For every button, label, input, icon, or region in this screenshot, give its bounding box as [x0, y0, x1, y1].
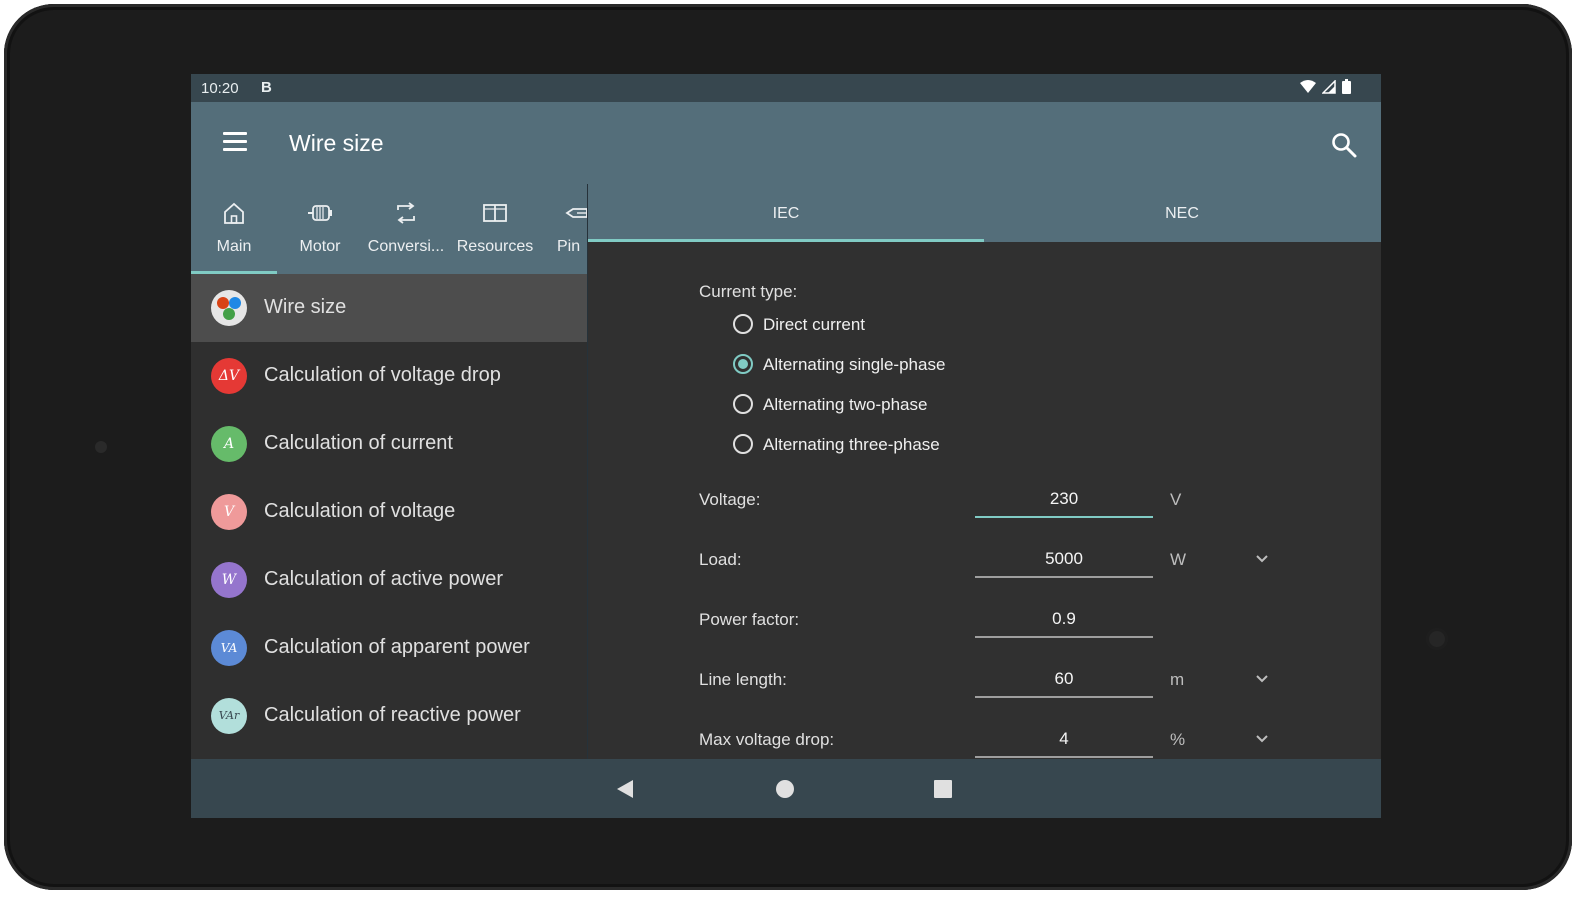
menu-icon[interactable] [223, 132, 247, 152]
tab-motor-label: Motor [299, 238, 341, 255]
voltage-icon: V [211, 494, 247, 530]
status-time: 10:20 [201, 80, 239, 97]
power-factor-input[interactable] [975, 602, 1153, 638]
active-power-icon: W [211, 562, 247, 598]
search-icon[interactable] [1329, 130, 1359, 160]
list-item-label: Calculation of voltage drop [264, 364, 501, 386]
conversion-icon [397, 202, 415, 224]
voltage-label: Voltage: [699, 490, 761, 509]
home-button-icon[interactable] [776, 780, 794, 798]
list-item-label: Wire size [264, 296, 347, 318]
tab-main[interactable]: Main [191, 184, 277, 274]
line-length-unit[interactable]: m [1170, 670, 1184, 690]
wire-size-icon [211, 290, 247, 326]
radio-circle [733, 354, 753, 374]
tab-nec-label: NEC [1165, 205, 1199, 222]
line-length-label: Line length: [699, 670, 787, 689]
pinout-icon [565, 208, 587, 218]
load-row: Load: W [588, 538, 1381, 588]
system-nav-bar [191, 759, 1381, 818]
apparent-power-icon: VA [211, 630, 247, 666]
radio-circle [733, 434, 753, 454]
wifi-icon [1300, 79, 1316, 93]
list-item-voltage-drop[interactable]: ΔV Calculation of voltage drop [191, 342, 587, 410]
chevron-down-icon[interactable] [1254, 670, 1270, 686]
calculator-list: Wire size ΔV Calculation of voltage drop… [191, 274, 587, 759]
list-item-current[interactable]: A Calculation of current [191, 410, 587, 478]
tab-motor[interactable]: Motor [277, 184, 363, 274]
radio-label: Alternating three-phase [763, 435, 940, 454]
tab-conversion-label: Conversi... [367, 238, 445, 255]
signal-icon [1322, 79, 1336, 94]
back-icon[interactable] [617, 780, 633, 798]
notification-b-icon: B [261, 79, 272, 96]
page-title: Wire size [289, 130, 384, 156]
tab-conversion[interactable]: Conversi... [363, 184, 449, 274]
radio-label: Alternating two-phase [763, 395, 928, 414]
list-item-label: Calculation of current [264, 432, 453, 454]
category-tabs: Main Motor Conversi... Resources Pin [191, 184, 587, 274]
radio-circle [733, 394, 753, 414]
radio-label: Direct current [763, 315, 866, 334]
status-bar: 10:20 B [191, 74, 1381, 102]
wire-size-form: Current type: Direct current Alternating… [588, 242, 1381, 759]
max-voltage-drop-input[interactable] [975, 722, 1153, 758]
recents-icon[interactable] [934, 780, 952, 798]
home-icon [224, 202, 244, 224]
list-item-reactive-power[interactable]: VAr Calculation of reactive power [191, 682, 587, 750]
list-item-label: Calculation of voltage [264, 500, 456, 522]
current-type-label: Current type: [699, 282, 798, 301]
tab-pinouts[interactable]: Pin [541, 184, 587, 274]
load-label: Load: [699, 550, 742, 569]
radio-circle [733, 314, 753, 334]
max-voltage-drop-label: Max voltage drop: [699, 730, 835, 749]
list-item-wire-size[interactable]: Wire size [191, 274, 587, 342]
reactive-power-icon: VAr [211, 698, 247, 734]
voltage-drop-icon: ΔV [211, 358, 247, 394]
voltage-unit: V [1170, 490, 1182, 509]
standard-tabs: IEC NEC [588, 184, 1381, 242]
voltage-row: Voltage: V [588, 478, 1381, 528]
list-item-apparent-power[interactable]: VA Calculation of apparent power [191, 614, 587, 682]
radio-label: Alternating single-phase [763, 355, 946, 374]
current-icon: A [211, 426, 247, 462]
list-item-label: Calculation of active power [264, 568, 504, 590]
list-item-label: Calculation of apparent power [264, 636, 530, 658]
app-bar: Wire size [191, 102, 1381, 184]
battery-icon [1342, 79, 1351, 94]
load-unit[interactable]: W [1170, 550, 1186, 570]
tablet-sensor [95, 441, 107, 453]
tab-nec[interactable]: NEC [984, 184, 1380, 242]
list-item-voltage[interactable]: V Calculation of voltage [191, 478, 587, 546]
system-icons [1300, 79, 1351, 94]
tab-iec-label: IEC [772, 205, 800, 222]
tab-pinouts-label: Pin [557, 238, 581, 255]
motor-icon [308, 205, 332, 221]
device-screen: 10:20 B Wire size Main Motor Conversi...… [191, 74, 1381, 818]
line-length-row: Line length: m [588, 658, 1381, 708]
tab-iec[interactable]: IEC [588, 184, 984, 242]
list-item-active-power[interactable]: W Calculation of active power [191, 546, 587, 614]
chevron-down-icon[interactable] [1254, 730, 1270, 746]
tab-resources-label: Resources [456, 238, 534, 255]
line-length-input[interactable] [975, 662, 1153, 698]
power-factor-row: Power factor: [588, 598, 1381, 648]
tab-main-label: Main [216, 238, 252, 255]
list-item-label: Calculation of reactive power [264, 704, 521, 726]
voltage-input[interactable] [975, 482, 1153, 518]
load-input[interactable] [975, 542, 1153, 578]
book-icon [483, 204, 507, 222]
tablet-camera [1426, 628, 1448, 650]
chevron-down-icon[interactable] [1254, 550, 1270, 566]
tab-resources[interactable]: Resources [449, 184, 541, 274]
power-factor-label: Power factor: [699, 610, 800, 629]
max-voltage-drop-unit[interactable]: % [1170, 730, 1185, 750]
